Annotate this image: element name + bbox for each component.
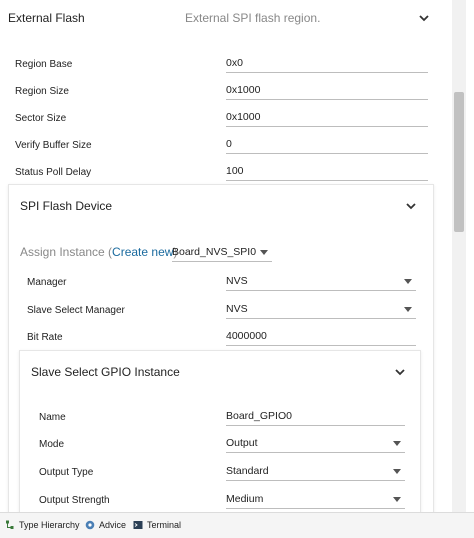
config-panel: External Flash External SPI flash region… xyxy=(0,0,452,512)
slave-select-manager-label: Slave Select Manager xyxy=(27,305,125,316)
terminal-tab[interactable]: Terminal xyxy=(133,520,181,530)
scrollbar-thumb[interactable] xyxy=(454,92,464,232)
gpio-output-strength-select[interactable]: Medium xyxy=(226,491,405,509)
assign-instance-label: Assign Instance ( xyxy=(20,245,113,259)
type-hierarchy-label: Type Hierarchy xyxy=(19,520,80,530)
sector-size-value: 0x1000 xyxy=(226,111,261,123)
slave-select-manager-value: NVS xyxy=(226,303,248,315)
region-size-field[interactable]: 0x1000 xyxy=(226,82,428,100)
region-base-field[interactable]: 0x0 xyxy=(226,55,428,73)
gpio-output-type-label: Output Type xyxy=(39,467,94,478)
bit-rate-label: Bit Rate xyxy=(27,332,63,343)
gpio-output-type-value: Standard xyxy=(226,465,269,477)
gpio-instance-collapse-button[interactable] xyxy=(389,362,411,382)
dropdown-caret-icon xyxy=(260,250,268,255)
spi-flash-device-collapse-button[interactable] xyxy=(400,196,422,216)
chevron-down-icon xyxy=(406,203,416,210)
type-hierarchy-icon xyxy=(6,520,14,529)
manager-value: NVS xyxy=(226,275,248,287)
assign-instance-value: Board_NVS_SPI0 xyxy=(172,246,257,258)
manager-label: Manager xyxy=(27,277,67,288)
vertical-scrollbar[interactable] xyxy=(452,0,466,512)
assign-instance-select[interactable]: Board_NVS_SPI0 xyxy=(172,244,272,262)
chevron-down-icon xyxy=(395,369,405,376)
advice-label: Advice xyxy=(99,520,127,530)
region-base-value: 0x0 xyxy=(226,57,243,69)
status-bar: Type Hierarchy Advice Terminal xyxy=(0,512,474,538)
dropdown-caret-icon xyxy=(404,279,412,284)
terminal-label: Terminal xyxy=(147,520,182,530)
status-poll-delay-value: 100 xyxy=(226,165,244,177)
bit-rate-field[interactable]: 4000000 xyxy=(226,328,416,346)
gpio-instance-title: Slave Select GPIO Instance xyxy=(31,365,180,379)
chevron-down-icon xyxy=(419,15,429,22)
dropdown-caret-icon xyxy=(404,307,412,312)
gpio-name-field[interactable]: Board_GPIO0 xyxy=(226,408,405,426)
gpio-mode-select[interactable]: Output xyxy=(226,435,405,453)
slave-select-manager-select[interactable]: NVS xyxy=(226,301,416,319)
status-poll-delay-field[interactable]: 100 xyxy=(226,163,428,181)
dropdown-caret-icon xyxy=(393,441,401,446)
assign-instance-row: Assign Instance (Create new) xyxy=(20,245,177,259)
gpio-name-value: Board_GPIO0 xyxy=(226,410,292,422)
sector-size-label: Sector Size xyxy=(15,113,67,124)
sector-size-field[interactable]: 0x1000 xyxy=(226,109,428,127)
external-flash-description: External SPI flash region. xyxy=(185,11,321,25)
dropdown-caret-icon xyxy=(393,497,401,502)
advice-tab[interactable]: Advice xyxy=(85,520,126,530)
gpio-output-strength-label: Output Strength xyxy=(39,495,110,506)
terminal-icon xyxy=(133,521,143,529)
bit-rate-value: 4000000 xyxy=(226,330,267,342)
gpio-output-type-select[interactable]: Standard xyxy=(226,463,405,481)
verify-buffer-size-value: 0 xyxy=(226,138,232,150)
gpio-mode-label: Mode xyxy=(39,439,65,450)
region-size-value: 0x1000 xyxy=(226,84,261,96)
verify-buffer-size-field[interactable]: 0 xyxy=(226,136,428,154)
external-flash-collapse-button[interactable] xyxy=(413,8,435,28)
dropdown-caret-icon xyxy=(393,469,401,474)
gpio-output-strength-value: Medium xyxy=(226,493,264,505)
external-flash-title: External Flash xyxy=(8,11,85,25)
region-base-label: Region Base xyxy=(15,59,73,70)
gpio-name-label: Name xyxy=(39,412,66,423)
create-new-link[interactable]: Create new xyxy=(112,245,173,259)
gpio-mode-value: Output xyxy=(226,437,258,449)
status-poll-delay-label: Status Poll Delay xyxy=(15,167,92,178)
manager-select[interactable]: NVS xyxy=(226,273,416,291)
spi-flash-device-title: SPI Flash Device xyxy=(20,199,113,213)
region-size-label: Region Size xyxy=(15,86,69,97)
advice-icon xyxy=(85,520,95,530)
verify-buffer-size-label: Verify Buffer Size xyxy=(15,140,92,151)
type-hierarchy-tab[interactable]: Type Hierarchy xyxy=(5,520,80,530)
